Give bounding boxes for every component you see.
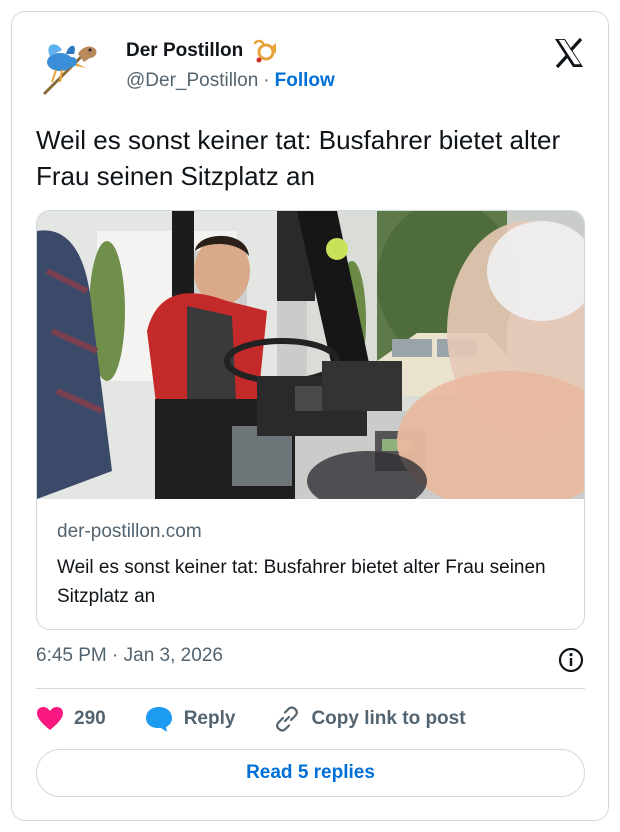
handle-row: @Der_Postillon · Follow — [126, 70, 335, 92]
reply-label: Reply — [183, 708, 236, 729]
copy-link-label: Copy link to post — [311, 708, 466, 729]
copy-link-button[interactable]: Copy link to post — [273, 705, 466, 733]
author-name-text: Der Postillon — [126, 40, 244, 61]
avatar[interactable] — [38, 36, 100, 98]
link-preview-card[interactable]: der-postillon.com Weil es sonst keiner t… — [36, 210, 585, 630]
timestamp-row: 6:45 PM · Jan 3, 2026 — [36, 645, 586, 673]
like-button[interactable]: 290 — [36, 706, 106, 732]
tweet-card: Der Postillon @Der_Postillon · Follow We… — [11, 11, 609, 821]
link-domain: der-postillon.com — [57, 521, 202, 542]
link-icon — [276, 706, 299, 732]
info-icon[interactable] — [558, 647, 584, 673]
follow-button[interactable]: Follow — [275, 70, 335, 92]
tweet-text: Weil es sonst keiner tat: Busfahrer biet… — [36, 125, 561, 191]
timestamp[interactable]: 6:45 PM · Jan 3, 2026 — [36, 645, 223, 666]
x-logo-icon[interactable] — [552, 36, 586, 70]
like-count: 290 — [74, 708, 106, 729]
link-preview-image — [37, 211, 584, 499]
author-name[interactable]: Der Postillon — [126, 38, 277, 64]
reply-bubble-icon — [145, 707, 172, 732]
author-handle[interactable]: @Der_Postillon — [126, 70, 258, 92]
link-title: Weil es sonst keiner tat: Busfahrer biet… — [57, 557, 546, 607]
reply-button[interactable]: Reply — [144, 705, 236, 733]
separator: · — [263, 70, 270, 91]
heart-icon — [37, 707, 63, 730]
post-horn-icon — [253, 39, 277, 63]
action-bar: 290 Reply Copy link to post — [36, 702, 586, 736]
divider — [36, 688, 585, 689]
tweet-header: Der Postillon @Der_Postillon · Follow — [36, 32, 586, 112]
read-replies-button[interactable]: Read 5 replies — [36, 749, 585, 797]
